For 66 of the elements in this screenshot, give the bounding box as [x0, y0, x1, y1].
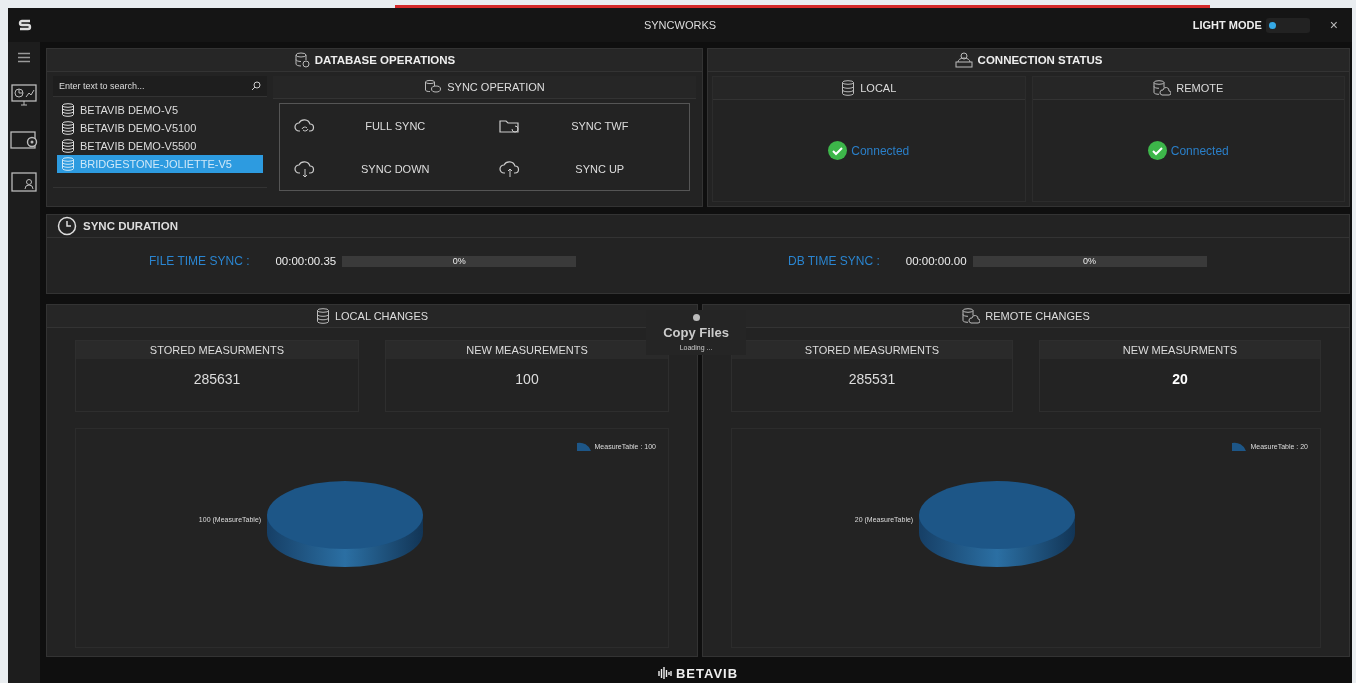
folder-refresh-icon	[498, 117, 521, 134]
stat-label: NEW MEASUREMENTS	[386, 341, 668, 359]
brand-name: BETAVIB	[675, 665, 739, 681]
database-icon	[61, 139, 75, 153]
sync-time-value: 00:00:00.35	[275, 255, 337, 267]
legend-swatch-icon	[576, 441, 591, 451]
sync-time-label: DB TIME SYNC :	[788, 254, 880, 268]
cloud-download-icon	[294, 159, 316, 178]
panel-title: SYNC DURATION	[83, 220, 178, 232]
database-list-item[interactable]: BETAVIB DEMO-V5100	[57, 119, 263, 137]
section-title: SYNC OPERATION	[447, 81, 545, 93]
check-icon	[1147, 141, 1167, 160]
stat-value: 20	[1172, 371, 1188, 387]
sync-time-value: 00:00:00.00	[905, 255, 967, 267]
stat-label: NEW MEASURMENTS	[1040, 341, 1320, 359]
stat-label: STORED MEASURMENTS	[732, 341, 1012, 359]
stat-value: 100	[515, 371, 539, 387]
search-icon[interactable]	[251, 81, 261, 91]
stat-value: 285631	[193, 371, 241, 387]
stat-label: STORED MEASURMENTS	[76, 341, 358, 359]
cloud-upload-icon	[498, 159, 521, 178]
window-title: SYNCWORKS	[642, 19, 718, 31]
search-field[interactable]: Enter text to search...	[53, 76, 267, 97]
cloud-database-icon	[1153, 80, 1172, 96]
clock-icon	[57, 216, 77, 236]
panel-title: LOCAL CHANGES	[334, 310, 429, 322]
database-list-item[interactable]: BETAVIB DEMO-V5	[57, 101, 263, 119]
loading-title: Copy Files	[663, 325, 729, 340]
database-icon	[61, 157, 75, 171]
light-mode-label: LIGHT MODE	[1192, 19, 1262, 31]
database-icon	[315, 308, 330, 324]
panel-title: REMOTE CHANGES	[985, 310, 1090, 322]
check-icon	[828, 141, 848, 160]
sync-button[interactable]: SYNC UP	[524, 158, 675, 179]
database-icon	[293, 52, 310, 68]
progress-percent: 0%	[1083, 256, 1097, 266]
stat-value: 285531	[848, 371, 896, 387]
sync-button[interactable]: FULL SYNC	[320, 115, 471, 136]
settings-window-icon[interactable]	[10, 129, 38, 151]
section-title: LOCAL	[860, 82, 897, 94]
database-icon	[841, 80, 856, 96]
database-list-item[interactable]: BETAVIB DEMO-V5500	[57, 137, 263, 155]
user-window-icon[interactable]	[11, 171, 37, 193]
close-button[interactable]: ×	[1325, 17, 1342, 33]
panel-title: CONNECTION STATUS	[977, 54, 1103, 66]
panel-title: DATABASE OPERATIONS	[314, 54, 456, 66]
cloud-sync-icon	[294, 117, 316, 134]
app-logo-icon	[18, 19, 32, 31]
progress-percent: 0%	[452, 256, 466, 266]
network-user-icon	[954, 52, 973, 68]
spinner-icon	[692, 314, 700, 321]
connection-status-text: Connected	[851, 143, 910, 158]
connection-status-text: Connected	[1170, 143, 1229, 158]
sync-database-icon	[424, 79, 443, 95]
dashboard-monitor-icon[interactable]	[11, 83, 37, 109]
cloud-database-icon	[962, 308, 981, 324]
sync-button[interactable]: SYNC TWF	[524, 115, 675, 136]
menu-icon[interactable]	[17, 52, 31, 63]
sync-button[interactable]: SYNC DOWN	[320, 158, 471, 179]
sync-time-label: FILE TIME SYNC :	[149, 254, 250, 268]
brand-logo-icon	[657, 667, 672, 679]
section-title: REMOTE	[1176, 82, 1224, 94]
legend-swatch-icon	[1232, 441, 1247, 451]
database-icon	[61, 121, 75, 135]
light-mode-toggle[interactable]	[1265, 17, 1310, 33]
database-icon	[61, 103, 75, 117]
